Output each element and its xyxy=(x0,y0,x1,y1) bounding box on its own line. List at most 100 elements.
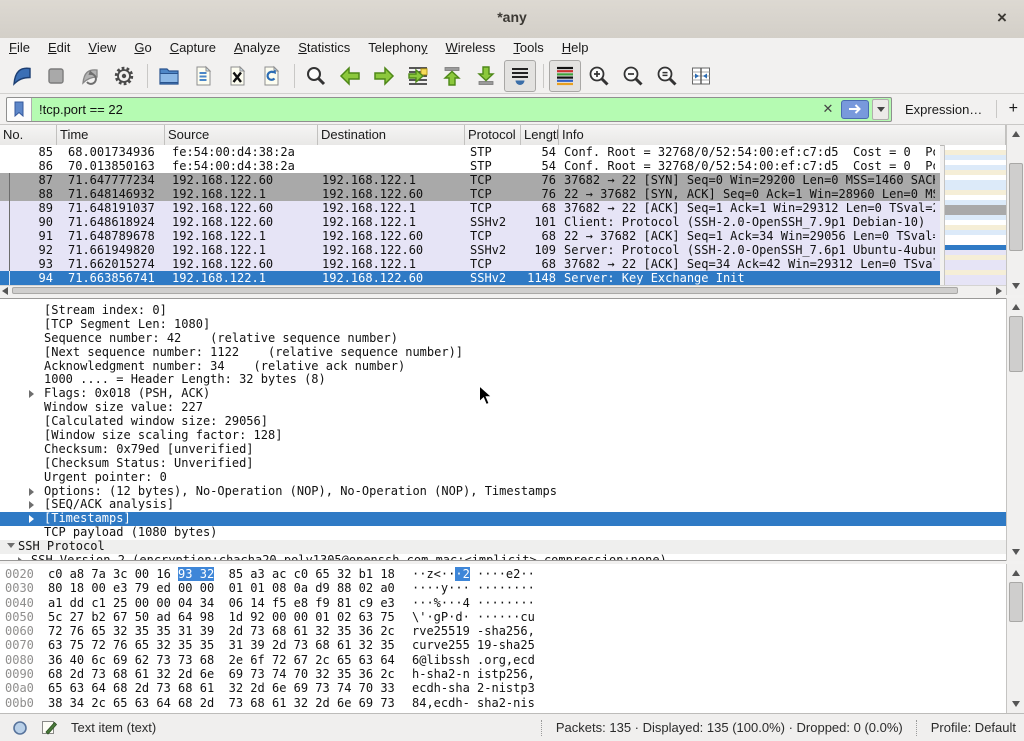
capture-restart-button[interactable] xyxy=(74,60,106,92)
hex-ascii[interactable]: h-sha2-n istp256, xyxy=(412,667,535,681)
menu-go[interactable]: Go xyxy=(125,38,160,58)
file-reload-button[interactable] xyxy=(255,60,287,92)
expander-closed-icon[interactable] xyxy=(29,390,34,398)
file-save-button[interactable] xyxy=(187,60,219,92)
column-header-protocol[interactable]: Protocol xyxy=(465,125,521,145)
menu-file[interactable]: File xyxy=(0,38,39,58)
detail-line[interactable]: [Stream index: 0] xyxy=(0,304,1006,318)
scroll-left-button[interactable] xyxy=(0,287,10,295)
filter-clear-button[interactable]: ✕ xyxy=(818,101,838,117)
hex-row[interactable]: 006072 76 65 32 35 35 31 39 2d 73 68 61 … xyxy=(0,624,1006,638)
hex-bytes[interactable]: 38 34 2c 65 63 64 68 2d 73 68 61 32 2d 6… xyxy=(48,696,395,710)
hex-bytes[interactable]: 5c 27 b2 67 50 ad 64 98 1d 92 00 00 01 0… xyxy=(48,610,395,624)
hex-ascii[interactable]: ····y··· ········ xyxy=(412,581,535,595)
filter-dropdown-button[interactable] xyxy=(872,99,889,120)
packet-row[interactable]: 8670.013850163fe:54:00:d4:38:2aSTP54Conf… xyxy=(0,159,940,173)
zoom-out-button[interactable] xyxy=(617,60,649,92)
hex-row[interactable]: 00b038 34 2c 65 63 64 68 2d 73 68 61 32 … xyxy=(0,696,1006,710)
hex-bytes[interactable]: 65 63 64 68 2d 73 68 61 32 2d 6e 69 73 7… xyxy=(48,681,395,695)
packet-row[interactable]: 9071.648618924192.168.122.60192.168.122.… xyxy=(0,215,940,229)
detail-line[interactable]: [Timestamps] xyxy=(0,512,1006,526)
hex-row[interactable]: 00a065 63 64 68 2d 73 68 61 32 2d 6e 69 … xyxy=(0,681,1006,695)
detail-line[interactable]: Options: (12 bytes), No-Operation (NOP),… xyxy=(0,485,1006,499)
colorize-button[interactable] xyxy=(549,60,581,92)
go-back-button[interactable] xyxy=(334,60,366,92)
detail-line[interactable]: [SEQ/ACK analysis] xyxy=(0,498,1006,512)
packet-row[interactable]: 9371.662015274192.168.122.60192.168.122.… xyxy=(0,257,940,271)
detail-line[interactable]: Sequence number: 42 (relative sequence n… xyxy=(0,332,1006,346)
hex-row[interactable]: 008036 40 6c 69 62 73 73 68 2e 6f 72 67 … xyxy=(0,653,1006,667)
scroll-up-button[interactable] xyxy=(1008,300,1024,314)
scroll-down-button[interactable] xyxy=(1008,697,1024,711)
column-header-info[interactable]: Info xyxy=(559,125,1006,145)
expert-info-icon[interactable] xyxy=(12,720,28,736)
detail-line[interactable]: 1000 .... = Header Length: 32 bytes (8) xyxy=(0,373,1006,387)
expander-closed-icon[interactable] xyxy=(29,515,34,523)
packet-row[interactable]: 8871.648146932192.168.122.1192.168.122.6… xyxy=(0,187,940,201)
scroll-up-button[interactable] xyxy=(1008,127,1024,141)
zoom-original-button[interactable] xyxy=(651,60,683,92)
hex-ascii[interactable]: ··z<···2 ····e2·· xyxy=(412,567,535,581)
hex-row[interactable]: 007063 75 72 76 65 32 35 35 31 39 2d 73 … xyxy=(0,638,1006,652)
menu-edit[interactable]: Edit xyxy=(39,38,79,58)
go-last-button[interactable] xyxy=(470,60,502,92)
capture-options-button[interactable] xyxy=(108,60,140,92)
zoom-in-button[interactable] xyxy=(583,60,615,92)
hex-row[interactable]: 0020c0 a8 7a 3c 00 16 93 32 85 a3 ac c0 … xyxy=(0,567,1006,581)
column-header-source[interactable]: Source xyxy=(165,125,318,145)
scrollbar-thumb[interactable] xyxy=(12,287,958,294)
resize-columns-button[interactable] xyxy=(685,60,717,92)
hex-ascii[interactable]: 6@libssh .org,ecd xyxy=(412,653,535,667)
hex-bytes[interactable]: 63 75 72 76 65 32 35 35 31 39 2d 73 68 6… xyxy=(48,638,395,652)
packet-row[interactable]: 8971.648191037192.168.122.60192.168.122.… xyxy=(0,201,940,215)
hex-bytes[interactable]: a1 dd c1 25 00 00 04 34 06 14 f5 e8 f9 8… xyxy=(48,596,395,610)
go-to-packet-button[interactable] xyxy=(402,60,434,92)
scroll-down-button[interactable] xyxy=(1008,279,1024,293)
file-open-button[interactable] xyxy=(153,60,185,92)
hex-bytes[interactable]: c0 a8 7a 3c 00 16 93 32 85 a3 ac c0 65 3… xyxy=(48,567,395,581)
hex-row[interactable]: 003080 18 00 e3 79 ed 00 00 01 01 08 0a … xyxy=(0,581,1006,595)
menu-help[interactable]: Help xyxy=(553,38,598,58)
scrollbar-thumb[interactable] xyxy=(1009,582,1023,622)
capture-stop-button[interactable] xyxy=(40,60,72,92)
hex-row[interactable]: 0040a1 dd c1 25 00 00 04 34 06 14 f5 e8 … xyxy=(0,596,1006,610)
expander-closed-icon[interactable] xyxy=(18,557,23,561)
menu-analyze[interactable]: Analyze xyxy=(225,38,289,58)
column-header-time[interactable]: Time xyxy=(57,125,165,145)
go-forward-button[interactable] xyxy=(368,60,400,92)
scrollbar-thumb[interactable] xyxy=(1009,163,1023,251)
filter-bookmark-button[interactable] xyxy=(7,98,32,121)
hex-bytes[interactable]: 36 40 6c 69 62 73 73 68 2e 6f 72 67 2c 6… xyxy=(48,653,395,667)
column-header-no[interactable]: No. xyxy=(0,125,57,145)
filter-apply-button[interactable] xyxy=(841,100,869,119)
scrollbar-thumb[interactable] xyxy=(1009,316,1023,372)
hex-ascii[interactable]: curve255 19-sha25 xyxy=(412,638,535,652)
display-filter-input[interactable]: !tcp.port == 22 xyxy=(32,102,818,117)
hex-vscrollbar[interactable] xyxy=(1006,564,1024,713)
menu-view[interactable]: View xyxy=(79,38,125,58)
menu-telephony[interactable]: Telephony xyxy=(359,38,436,58)
hex-bytes[interactable]: 68 2d 73 68 61 32 2d 6e 69 73 74 70 32 3… xyxy=(48,667,395,681)
scroll-up-button[interactable] xyxy=(1008,566,1024,580)
scroll-right-button[interactable] xyxy=(994,287,1004,295)
hex-row[interactable]: 00505c 27 b2 67 50 ad 64 98 1d 92 00 00 … xyxy=(0,610,1006,624)
expression-button[interactable]: Expression… xyxy=(905,102,982,117)
hex-ascii[interactable]: rve25519 -sha256, xyxy=(412,624,535,638)
detail-line[interactable]: TCP payload (1080 bytes) xyxy=(0,526,1006,540)
hex-bytes[interactable]: 80 18 00 e3 79 ed 00 00 01 01 08 0a d9 8… xyxy=(48,581,395,595)
packet-row[interactable]: 8771.647777234192.168.122.60192.168.122.… xyxy=(0,173,940,187)
detail-line[interactable]: [Checksum Status: Unverified] xyxy=(0,457,1006,471)
hex-row[interactable]: 009068 2d 73 68 61 32 2d 6e 69 73 74 70 … xyxy=(0,667,1006,681)
add-filter-button[interactable]: + xyxy=(1009,100,1018,118)
display-filter-field[interactable]: !tcp.port == 22 ✕ xyxy=(6,97,892,122)
detail-line[interactable]: Checksum: 0x79ed [unverified] xyxy=(0,443,1006,457)
expander-open-icon[interactable] xyxy=(7,543,15,548)
hex-ascii[interactable]: 84,ecdh- sha2-nis xyxy=(412,696,535,710)
menu-tools[interactable]: Tools xyxy=(504,38,552,58)
auto-scroll-button[interactable] xyxy=(504,60,536,92)
packet-row[interactable]: 9271.661949820192.168.122.1192.168.122.6… xyxy=(0,243,940,257)
close-window-button[interactable]: × xyxy=(992,8,1012,28)
hex-bytes[interactable]: 72 76 65 32 35 35 31 39 2d 73 68 61 32 3… xyxy=(48,624,395,638)
file-close-button[interactable] xyxy=(221,60,253,92)
detail-line[interactable]: Flags: 0x018 (PSH, ACK) xyxy=(0,387,1006,401)
